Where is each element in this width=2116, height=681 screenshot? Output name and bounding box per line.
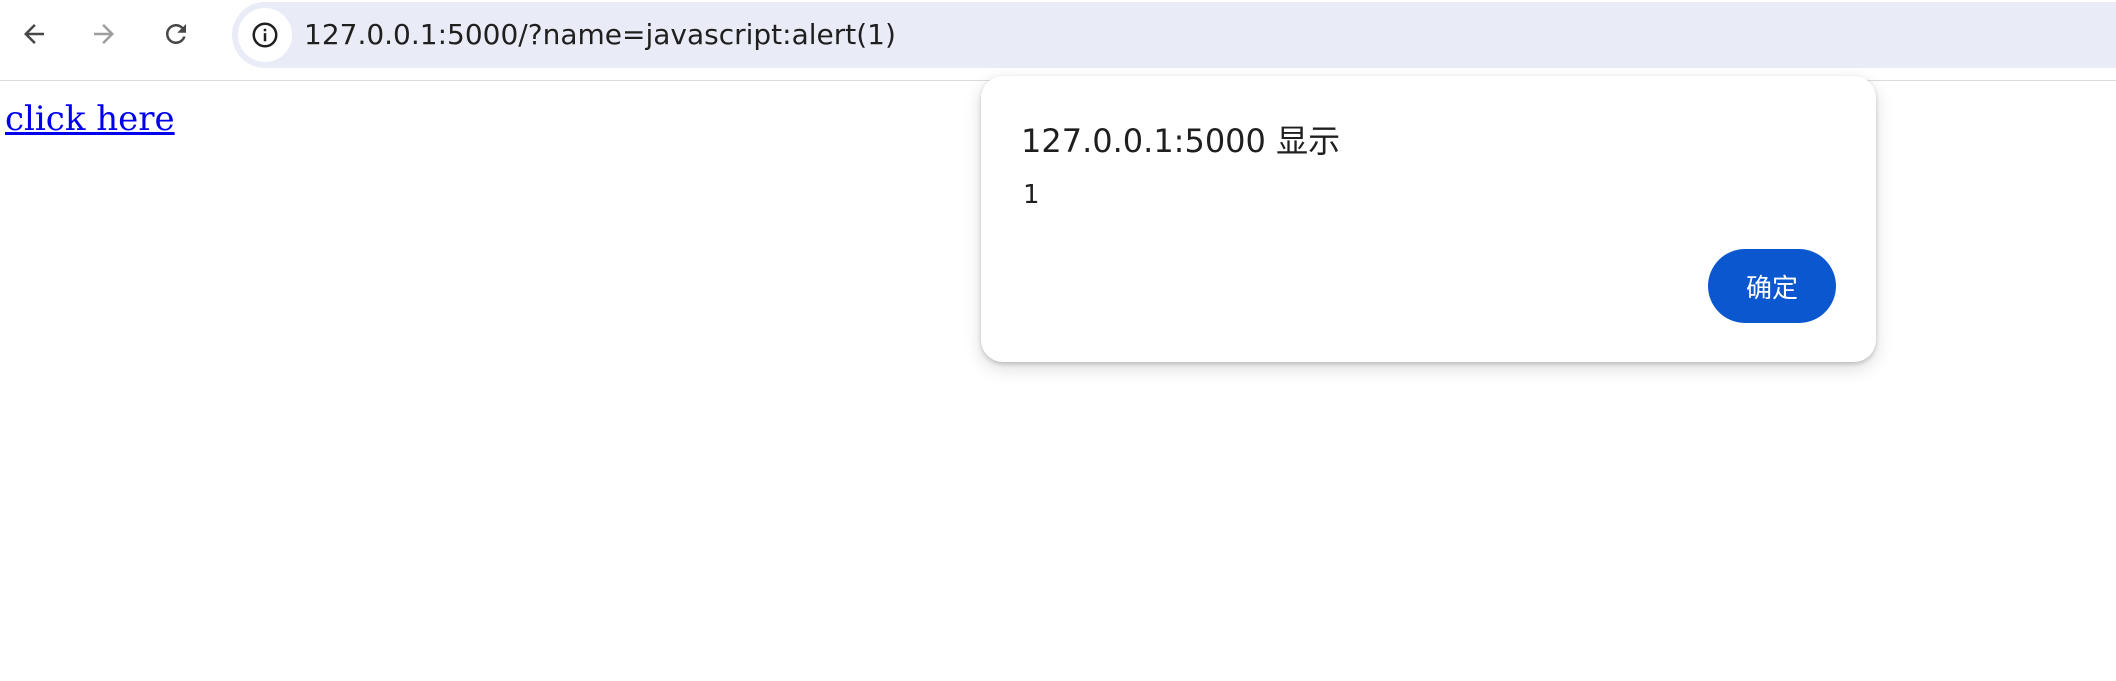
info-icon (252, 22, 278, 48)
back-button[interactable] (12, 12, 56, 56)
forward-button[interactable] (82, 12, 126, 56)
reload-icon (166, 24, 186, 44)
arrow-left-icon (24, 24, 44, 44)
site-info-button[interactable] (238, 8, 292, 62)
dialog-message: 1 (1023, 180, 1040, 210)
alert-dialog: 127.0.0.1:5000 显示 1 确定 (981, 76, 1876, 362)
arrow-right-icon (94, 24, 114, 44)
ok-button[interactable]: 确定 (1708, 249, 1836, 323)
reload-button[interactable] (154, 12, 198, 56)
url-text[interactable]: 127.0.0.1:5000/?name=javascript:alert(1) (304, 16, 896, 54)
browser-toolbar: 127.0.0.1:5000/?name=javascript:alert(1) (0, 0, 2116, 81)
click-here-link[interactable]: click here (5, 99, 175, 139)
address-bar[interactable]: 127.0.0.1:5000/?name=javascript:alert(1) (232, 2, 2116, 68)
dialog-title: 127.0.0.1:5000 显示 (1021, 122, 1341, 160)
